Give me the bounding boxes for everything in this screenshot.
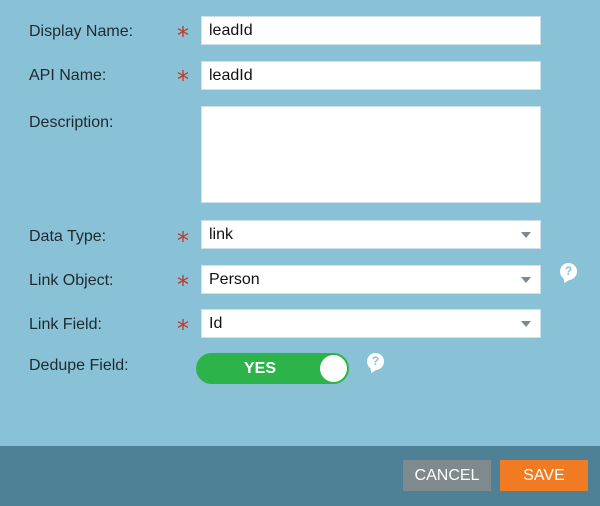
description-textarea[interactable] [201, 106, 541, 203]
required-marker: * [177, 22, 189, 50]
help-icon[interactable]: ? [367, 353, 384, 370]
link-field-select[interactable]: Id [201, 309, 541, 338]
help-icon[interactable]: ? [560, 263, 577, 280]
custom-field-form: Display Name: * API Name: * Description:… [0, 0, 600, 446]
data-type-select[interactable]: link [201, 220, 541, 249]
dedupe-field-label: Dedupe Field: [29, 357, 129, 374]
required-marker: * [177, 315, 189, 343]
description-label: Description: [29, 114, 114, 131]
cancel-button[interactable]: CANCEL [403, 460, 491, 491]
chevron-down-icon [521, 321, 531, 327]
dedupe-toggle[interactable]: YES [196, 353, 349, 384]
chevron-down-icon [521, 232, 531, 238]
link-object-value: Person [209, 271, 260, 288]
link-field-value: Id [209, 315, 223, 332]
display-name-input[interactable] [201, 16, 541, 45]
required-marker: * [177, 227, 189, 255]
link-object-label: Link Object: [29, 272, 114, 289]
required-marker: * [177, 66, 189, 94]
toggle-label: YES [244, 360, 277, 377]
data-type-label: Data Type: [29, 228, 107, 245]
api-name-input[interactable] [201, 61, 541, 90]
toggle-knob [320, 355, 347, 382]
save-button[interactable]: SAVE [500, 460, 588, 491]
display-name-label: Display Name: [29, 23, 134, 40]
chevron-down-icon [521, 277, 531, 283]
link-field-label: Link Field: [29, 316, 102, 333]
api-name-label: API Name: [29, 67, 107, 84]
link-object-select[interactable]: Person [201, 265, 541, 294]
required-marker: * [177, 271, 189, 299]
data-type-value: link [209, 226, 234, 243]
